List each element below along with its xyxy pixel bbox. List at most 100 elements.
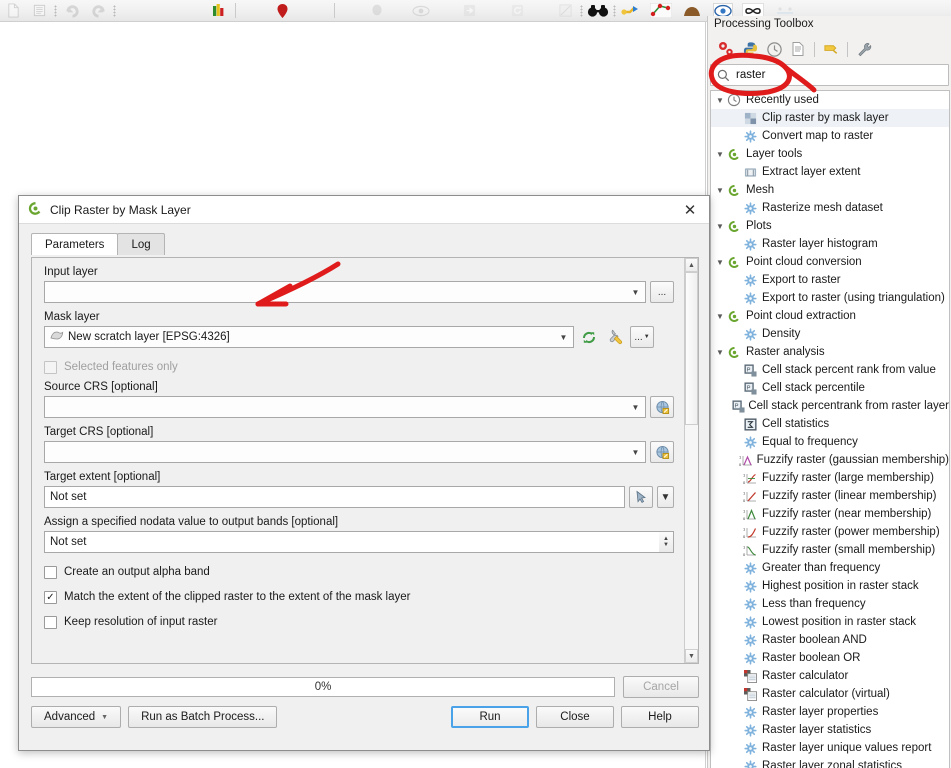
input-layer-combo[interactable]: ▼ xyxy=(44,281,646,303)
tree-algorithm-row[interactable]: Raster boolean AND xyxy=(711,631,949,649)
tree-algorithm-row[interactable]: P Cell stack percentile xyxy=(711,379,949,397)
history-icon[interactable] xyxy=(763,38,785,60)
identify-icon[interactable] xyxy=(364,1,390,21)
digitize-icon[interactable] xyxy=(648,1,674,21)
models-icon[interactable] xyxy=(820,38,842,60)
tree-algorithm-row[interactable]: Raster layer histogram xyxy=(711,235,949,253)
python-console-icon[interactable] xyxy=(739,38,761,60)
tab-log[interactable]: Log xyxy=(117,233,165,255)
scrollbar-track[interactable] xyxy=(685,272,698,649)
style-manager-icon[interactable] xyxy=(206,1,232,21)
tree-algorithm-row[interactable]: Convert map to raster xyxy=(711,127,949,145)
keep-resolution-row[interactable]: Keep resolution of input raster xyxy=(44,611,674,633)
cancel-button[interactable]: Cancel xyxy=(623,676,699,698)
mask-layer-browse-button[interactable]: ... ▼ xyxy=(630,326,654,348)
open-project-icon[interactable] xyxy=(26,1,52,21)
source-crs-select-button[interactable] xyxy=(650,396,674,418)
target-crs-select-button[interactable] xyxy=(650,441,674,463)
tree-algorithm-row[interactable]: Raster boolean OR xyxy=(711,649,949,667)
binoculars-icon[interactable] xyxy=(585,1,611,21)
chevron-down-icon[interactable]: ▼ xyxy=(711,150,725,159)
tree-algorithm-row[interactable]: Less than frequency xyxy=(711,595,949,613)
input-layer-browse-button[interactable]: ... xyxy=(650,281,674,303)
chevron-down-icon[interactable]: ▼ xyxy=(711,96,725,105)
chevron-down-icon[interactable]: ▼ xyxy=(711,186,725,195)
run-as-batch-button[interactable]: Run as Batch Process... xyxy=(128,706,278,728)
chevron-down-icon[interactable]: ▼ xyxy=(628,288,643,297)
help-button[interactable]: Help xyxy=(621,706,699,728)
processing-search-box[interactable] xyxy=(710,64,949,86)
tree-algorithm-row[interactable]: 1 0 Fuzzify raster (small membership) xyxy=(711,541,949,559)
tree-group-row[interactable]: ▼ Point cloud extraction xyxy=(711,307,949,325)
tree-group-row[interactable]: ▼ Mesh xyxy=(711,181,949,199)
chevron-down-icon[interactable]: ▼ xyxy=(711,258,725,267)
tree-algorithm-row[interactable]: Clip raster by mask layer xyxy=(711,109,949,127)
chevron-down-icon[interactable]: ▼ xyxy=(628,448,643,457)
match-extent-checkbox[interactable]: ✓ xyxy=(44,590,57,604)
new-project-icon[interactable] xyxy=(0,1,26,21)
alpha-band-row[interactable]: Create an output alpha band xyxy=(44,561,674,583)
mask-layer-combo[interactable]: New scratch layer [EPSG:4326] ▼ xyxy=(44,326,574,348)
advanced-button[interactable]: Advanced ▼ xyxy=(31,706,122,728)
tree-algorithm-row[interactable]: Raster calculator xyxy=(711,667,949,685)
wrench-icon[interactable] xyxy=(853,38,875,60)
toolbar-grip-3[interactable] xyxy=(578,4,585,18)
terrain-icon[interactable] xyxy=(679,1,705,21)
run-button[interactable]: Run xyxy=(451,706,529,728)
tree-group-row[interactable]: ▼ Point cloud conversion xyxy=(711,253,949,271)
tree-algorithm-row[interactable]: Extract layer extent xyxy=(711,163,949,181)
tree-algorithm-row[interactable]: Density xyxy=(711,325,949,343)
tree-algorithm-row[interactable]: Export to raster (using triangulation) xyxy=(711,289,949,307)
pan-icon[interactable] xyxy=(456,1,482,21)
tree-algorithm-row[interactable]: Highest position in raster stack xyxy=(711,577,949,595)
visibility-icon[interactable] xyxy=(408,1,434,21)
tree-algorithm-row[interactable]: 1 0 Fuzzify raster (power membership) xyxy=(711,523,949,541)
tree-algorithm-row[interactable]: Raster layer properties xyxy=(711,703,949,721)
tree-algorithm-row[interactable]: Rasterize mesh dataset xyxy=(711,199,949,217)
chevron-down-icon[interactable]: ▼ xyxy=(628,403,643,412)
stepper-down-icon[interactable]: ▼ xyxy=(663,542,669,548)
tree-algorithm-row[interactable]: Cell statistics xyxy=(711,415,949,433)
measure-icon[interactable] xyxy=(552,1,578,21)
chevron-down-icon[interactable]: ▼ xyxy=(556,333,571,342)
keep-resolution-checkbox[interactable] xyxy=(44,615,57,629)
refresh-icon[interactable] xyxy=(578,326,600,348)
results-viewer-icon[interactable] xyxy=(787,38,809,60)
wrench-icon[interactable] xyxy=(604,326,626,348)
parameters-scrollbar[interactable]: ▲ ▼ xyxy=(684,258,698,663)
refresh-icon[interactable] xyxy=(504,1,530,21)
alpha-band-checkbox[interactable] xyxy=(44,565,57,579)
tree-algorithm-row[interactable]: Raster layer zonal statistics xyxy=(711,757,949,768)
tree-algorithm-row[interactable]: Raster layer unique values report xyxy=(711,739,949,757)
undo-icon[interactable] xyxy=(59,1,85,21)
chevron-down-icon[interactable]: ▼ xyxy=(711,312,725,321)
source-crs-combo[interactable]: ▼ xyxy=(44,396,646,418)
tree-group-row[interactable]: ▼ Layer tools xyxy=(711,145,949,163)
redo-icon[interactable] xyxy=(85,1,111,21)
tree-algorithm-row[interactable]: 1 0 Fuzzify raster (large membership) xyxy=(711,469,949,487)
chevron-down-icon[interactable]: ▼ xyxy=(711,348,725,357)
processing-options-icon[interactable] xyxy=(715,38,737,60)
toolbar-grip-2[interactable] xyxy=(111,4,118,18)
target-crs-combo[interactable]: ▼ xyxy=(44,441,646,463)
target-extent-dropdown-button[interactable]: ▼ xyxy=(657,486,674,508)
tree-algorithm-row[interactable]: Greater than frequency xyxy=(711,559,949,577)
nodata-input[interactable]: Not set xyxy=(44,531,659,553)
tree-group-row[interactable]: ▼ Plots xyxy=(711,217,949,235)
close-icon[interactable]: ✕ xyxy=(677,199,703,221)
target-extent-input[interactable]: Not set xyxy=(44,486,625,508)
chevron-down-icon[interactable]: ▼ xyxy=(711,222,725,231)
tree-algorithm-row[interactable]: 1 0 Fuzzify raster (near membership) xyxy=(711,505,949,523)
close-button[interactable]: Close xyxy=(536,706,614,728)
nodata-stepper[interactable]: ▲ ▼ xyxy=(659,531,674,553)
target-extent-pick-button[interactable] xyxy=(629,486,653,508)
processing-search-input[interactable] xyxy=(731,68,944,82)
tree-algorithm-row[interactable]: Equal to frequency xyxy=(711,433,949,451)
tree-algorithm-row[interactable]: P Cell stack percent rank from value xyxy=(711,361,949,379)
chevron-down-icon[interactable]: ▼ xyxy=(101,714,108,721)
tree-group-row[interactable]: ▼ Raster analysis xyxy=(711,343,949,361)
scroll-down-icon[interactable]: ▼ xyxy=(685,649,698,663)
tree-algorithm-row[interactable]: Lowest position in raster stack xyxy=(711,613,949,631)
tree-algorithm-row[interactable]: Raster calculator (virtual) xyxy=(711,685,949,703)
toolbar-grip-4[interactable] xyxy=(611,4,618,18)
